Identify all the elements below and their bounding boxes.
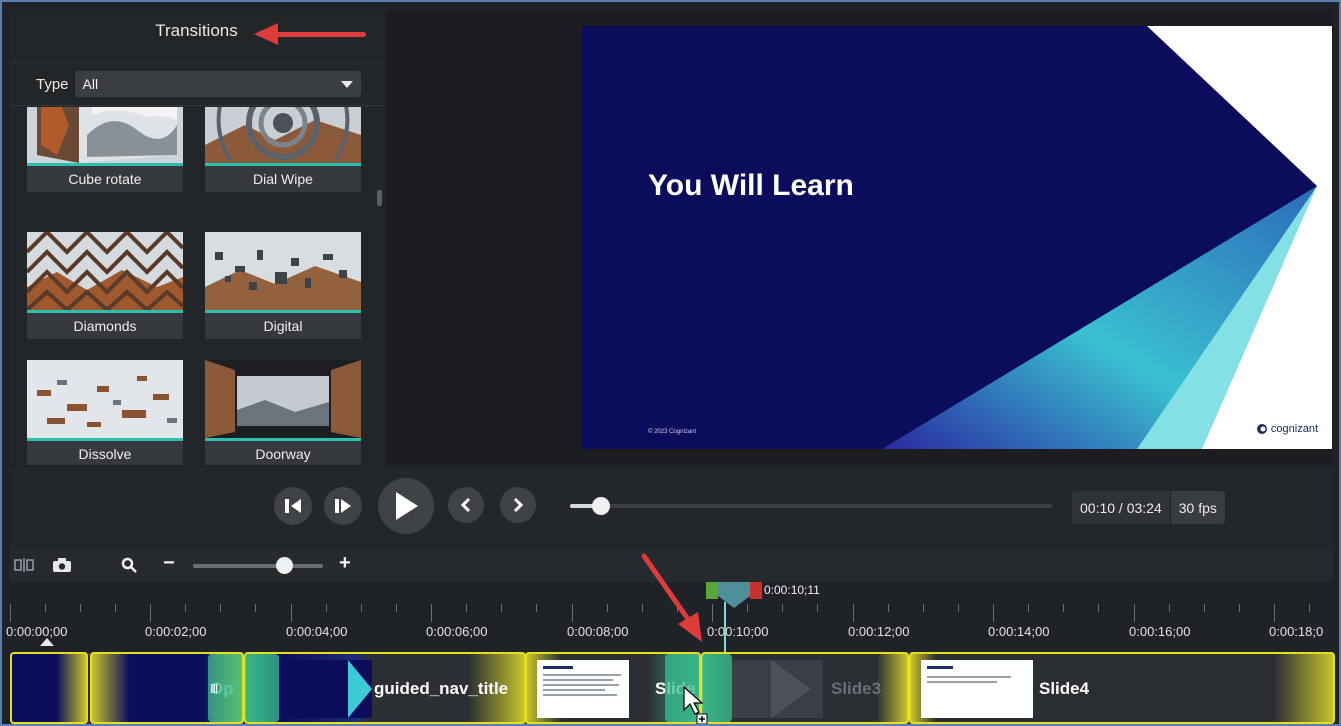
type-label: Type <box>36 75 69 93</box>
transition-tile-cube-rotate[interactable]: Cube rotate <box>27 107 183 192</box>
annotation-arrow <box>274 32 366 37</box>
scroll-marker-icon[interactable] <box>40 638 54 646</box>
annotation-arrow-timeline <box>641 553 702 642</box>
tile-label: Dial Wipe <box>205 166 361 192</box>
timeline-clip[interactable]: Slide4 <box>909 652 1335 724</box>
slide-title: You Will Learn <box>648 169 854 202</box>
tile-label: Cube rotate <box>27 166 183 192</box>
transitions-grid: Cube rotate Dial Wipe Diamonds Digital D… <box>10 107 375 465</box>
transitions-panel: Transitions Type All Cube rotate Dial Wi… <box>10 10 383 465</box>
digital-thumbnail <box>205 232 361 310</box>
annotation-arrow-head <box>254 23 278 45</box>
previous-marker-button[interactable] <box>448 487 484 523</box>
timeline-clip[interactable]: Slide3 <box>701 652 909 724</box>
ruler-label: 0:00:10;00 <box>707 624 769 639</box>
playhead-handle[interactable] <box>706 582 762 610</box>
transition-tile-doorway[interactable]: Doorway <box>205 360 361 465</box>
tile-label: Dissolve <box>27 441 183 465</box>
ruler-label: 0:00:08;00 <box>567 624 629 639</box>
ruler-label: 0:00:00;00 <box>6 624 68 639</box>
fps-readout: 30 fps <box>1170 491 1225 524</box>
panel-title: Transitions <box>155 21 238 40</box>
step-back-button[interactable] <box>274 487 312 525</box>
step-forward-icon <box>335 499 351 513</box>
type-filter-row: Type All <box>10 62 383 106</box>
clip-thumbnail <box>537 660 629 718</box>
transition-grip-icon: Ⅲ <box>210 682 219 696</box>
timeline-clip[interactable] <box>10 652 88 724</box>
playback-bar: 00:10 / 03:24 30 fps <box>10 467 1333 547</box>
clip-thumbnail <box>921 660 1033 718</box>
ruler-label: 0:00:12;00 <box>848 624 910 639</box>
type-dropdown[interactable]: All <box>74 71 361 97</box>
zoom-in-button[interactable]: + <box>339 552 351 575</box>
split-icon[interactable] <box>14 558 34 572</box>
transition-marker[interactable] <box>245 654 279 722</box>
canvas-preview: You Will Learn © 2023 Cognizant cognizan… <box>386 10 1333 465</box>
camera-icon[interactable] <box>52 557 72 573</box>
transition-tile-diamonds[interactable]: Diamonds <box>27 232 183 339</box>
tile-label: Doorway <box>205 441 361 465</box>
slide-copyright: © 2023 Cognizant <box>648 429 697 435</box>
type-dropdown-value: All <box>82 76 99 92</box>
transition-tile-dial-wipe[interactable]: Dial Wipe <box>205 107 361 192</box>
zoom-out-button[interactable]: − <box>163 552 175 575</box>
cube-rotate-thumbnail <box>27 107 183 163</box>
chevron-left-icon <box>460 497 471 513</box>
tile-label: Digital <box>205 313 361 339</box>
play-icon <box>396 492 418 520</box>
step-back-icon <box>285 499 301 513</box>
zoom-slider-handle[interactable] <box>276 557 293 574</box>
clip-label: Slide3 <box>831 679 882 698</box>
chevron-right-icon <box>513 497 524 513</box>
ruler-label: 0:00:06;00 <box>426 624 488 639</box>
time-display: 00:10 / 03:24 30 fps <box>1072 491 1225 524</box>
clip-thumbnail <box>286 660 372 718</box>
time-readout: 00:10 / 03:24 <box>1072 491 1171 524</box>
ruler-label: 0:00:14;00 <box>988 624 1050 639</box>
zoom-slider[interactable] <box>193 564 323 568</box>
timeline-clip[interactable]: guided_nav_title <box>244 652 526 724</box>
scrubber-handle[interactable] <box>592 497 610 515</box>
diamonds-thumbnail <box>27 232 183 310</box>
timeline-track: Op Ⅲ guided_nav_title Slide <box>10 652 1335 724</box>
ruler-label: 0:00:16;00 <box>1129 624 1191 639</box>
clip-label: guided_nav_title <box>374 679 509 698</box>
doorway-thumbnail <box>205 360 361 438</box>
camtasia-window: Transitions Type All Cube rotate Dial Wi… <box>0 0 1341 726</box>
tile-label: Diamonds <box>27 313 183 339</box>
slide-preview[interactable]: You Will Learn © 2023 Cognizant cognizan… <box>582 26 1332 449</box>
search-icon[interactable] <box>121 557 137 573</box>
transition-tile-digital[interactable]: Digital <box>205 232 361 339</box>
ruler-label: 0:00:02;00 <box>145 624 207 639</box>
transition-tile-dissolve[interactable]: Dissolve <box>27 360 183 465</box>
playback-scrubber[interactable] <box>570 497 1052 515</box>
dial-wipe-thumbnail <box>205 107 361 163</box>
mouse-cursor-icon <box>683 686 708 724</box>
ruler-label: 0:00:04;00 <box>286 624 348 639</box>
play-button[interactable] <box>378 478 434 534</box>
step-forward-button[interactable] <box>324 487 362 525</box>
clip-label: Slide4 <box>1039 679 1090 698</box>
next-marker-button[interactable] <box>500 487 536 523</box>
playhead-time: 0:00:10;11 <box>764 583 820 597</box>
clip-thumbnail <box>731 660 823 718</box>
dissolve-thumbnail <box>27 360 183 438</box>
chevron-down-icon <box>340 81 353 88</box>
panel-scrollbar[interactable] <box>377 190 382 206</box>
ruler-label: 0:00:18;0 <box>1269 624 1324 639</box>
cognizant-logo: cognizant <box>1256 423 1318 435</box>
